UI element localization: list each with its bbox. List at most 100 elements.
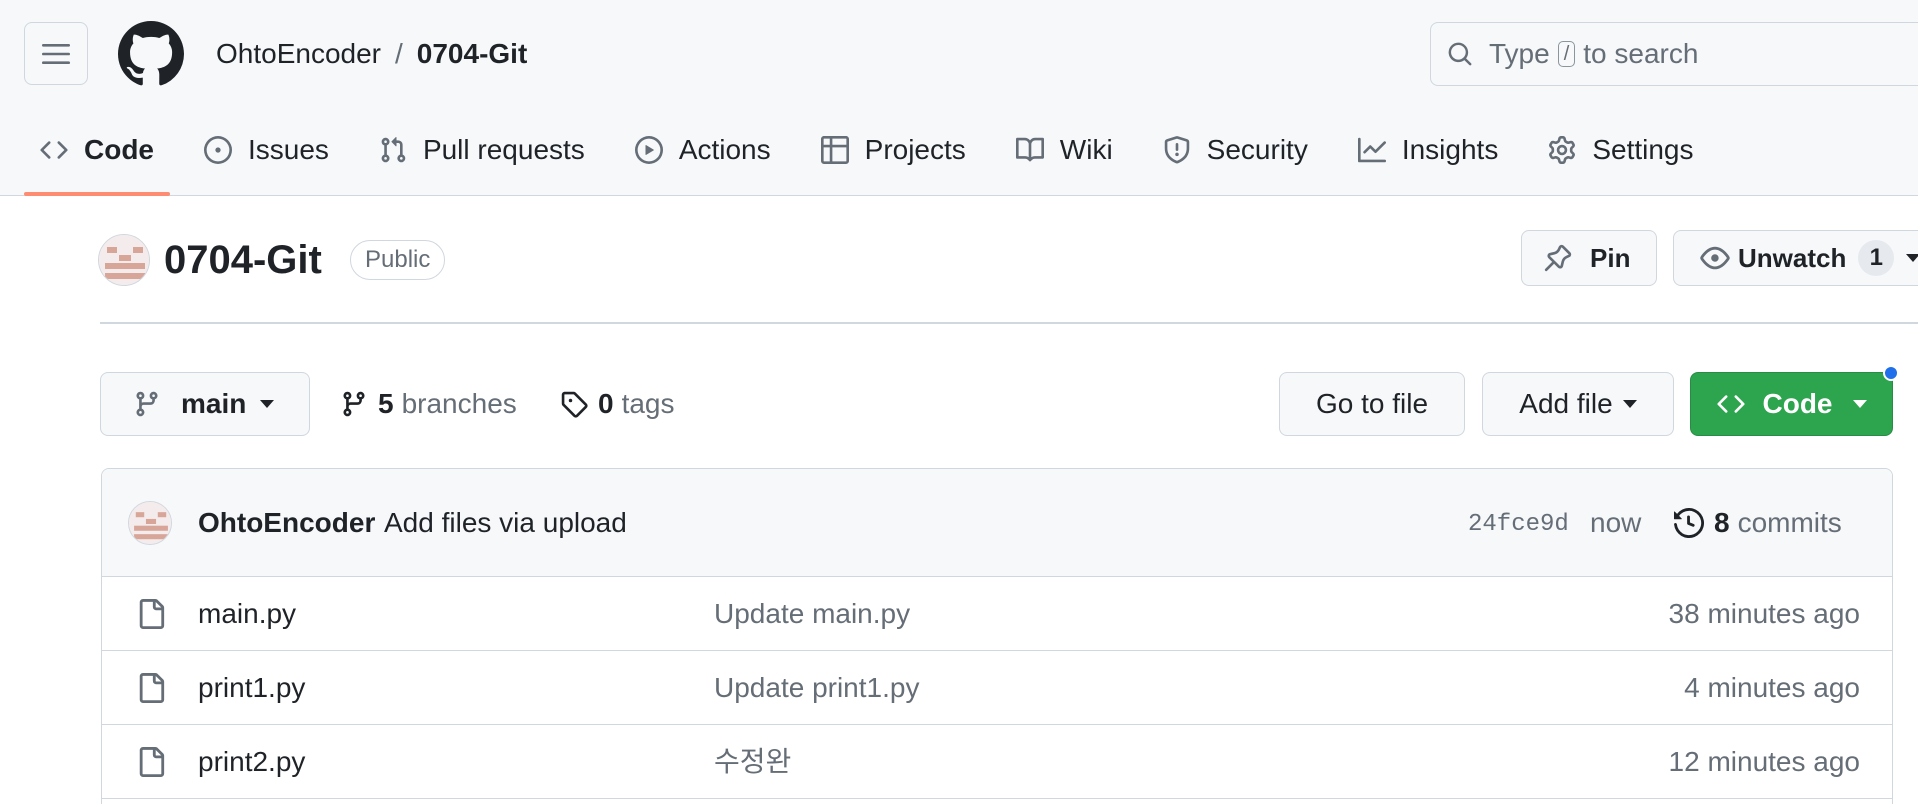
pin-button-label: Pin	[1590, 242, 1631, 273]
file-name-link[interactable]: print1.py	[198, 668, 305, 708]
commit-sha-link[interactable]: 24fce9d	[1468, 505, 1569, 545]
breadcrumb: OhtoEncoder / 0704-Git	[216, 34, 527, 74]
tab-wiki-label: Wiki	[1059, 134, 1113, 165]
pin-icon	[1544, 244, 1572, 272]
file-commit-time: 12 minutes ago	[1668, 746, 1860, 777]
file-name-link[interactable]: main.py	[198, 594, 296, 634]
pin-button[interactable]: Pin	[1521, 230, 1657, 286]
file-row[interactable]: print1.py Update print1.py 4 minutes ago	[102, 651, 1892, 725]
identicon-icon	[99, 235, 149, 285]
code-dropdown-button[interactable]: Code	[1690, 372, 1893, 436]
tab-actions-label: Actions	[678, 134, 771, 165]
go-to-file-label: Go to file	[1315, 388, 1429, 419]
code-button-label: Code	[1762, 388, 1833, 419]
gear-icon	[1549, 136, 1576, 164]
breadcrumb-repo-link[interactable]: 0704-Git	[417, 38, 528, 69]
search-input[interactable]: Type / to search	[1430, 22, 1918, 86]
file-commit-time: 38 minutes ago	[1668, 598, 1860, 629]
file-commit-message-link[interactable]: Update main.py	[714, 594, 910, 634]
tags-link[interactable]: 0 tags	[560, 384, 675, 424]
unwatch-button[interactable]: Unwatch 1	[1673, 230, 1918, 286]
branch-name: main	[181, 388, 247, 419]
code-icon	[40, 141, 68, 159]
file-name-link[interactable]: print2.py	[198, 742, 305, 782]
add-file-button[interactable]: Add file	[1482, 372, 1674, 436]
breadcrumb-owner-link[interactable]: OhtoEncoder	[216, 38, 381, 69]
go-to-file-button[interactable]: Go to file	[1279, 372, 1465, 436]
shield-icon	[1164, 136, 1189, 164]
hamburger-menu-button[interactable]	[24, 22, 88, 85]
tab-issues[interactable]: Issues	[188, 120, 345, 180]
identicon-icon	[129, 502, 171, 544]
branch-select-button[interactable]: main	[100, 372, 310, 436]
play-icon	[634, 136, 663, 164]
repo-nav-tabs: Code Issues Pull requests Actions Projec…	[24, 120, 1728, 196]
file-row[interactable]: print2.py 수정완 12 minutes ago	[102, 725, 1892, 799]
file-icon	[139, 747, 165, 777]
tab-settings[interactable]: Settings	[1532, 120, 1709, 180]
tab-security[interactable]: Security	[1147, 120, 1324, 180]
commits-history-link[interactable]: 8 commits	[1674, 503, 1842, 543]
tab-actions[interactable]: Actions	[619, 120, 787, 180]
commit-time: now	[1590, 507, 1642, 538]
github-logo-icon[interactable]	[118, 21, 184, 87]
hamburger-icon	[42, 43, 70, 64]
owner-avatar[interactable]	[98, 234, 150, 286]
tab-security-label: Security	[1206, 134, 1308, 165]
notification-dot	[1883, 365, 1899, 381]
history-icon	[1674, 508, 1704, 538]
tab-pull-requests[interactable]: Pull requests	[363, 120, 601, 180]
commits-label: commits	[1737, 507, 1842, 538]
chevron-down-icon	[1622, 400, 1637, 408]
chevron-down-icon	[1852, 400, 1867, 408]
tab-projects[interactable]: Projects	[805, 120, 982, 180]
watchers-counter: 1	[1858, 240, 1895, 276]
add-file-label: Add file	[1519, 388, 1613, 419]
commit-author-avatar[interactable]	[128, 501, 172, 545]
tab-settings-label: Settings	[1592, 134, 1694, 165]
commit-author-link[interactable]: OhtoEncoder	[198, 503, 375, 543]
app-header: OhtoEncoder / 0704-Git Type / to search Co…	[0, 0, 1918, 196]
title-divider	[100, 322, 1918, 324]
chevron-down-icon	[260, 400, 275, 408]
search-icon	[1447, 41, 1473, 67]
file-row[interactable]: main.py Update main.py 38 minutes ago	[102, 577, 1892, 651]
graph-icon	[1357, 137, 1386, 163]
file-commit-time: 4 minutes ago	[1684, 672, 1860, 703]
tags-count: 0	[598, 388, 614, 419]
breadcrumb-separator: /	[395, 38, 403, 69]
visibility-badge: Public	[350, 240, 446, 280]
branches-link[interactable]: 5 branches	[340, 384, 517, 424]
tab-insights-label: Insights	[1401, 134, 1499, 165]
tab-projects-label: Projects	[864, 134, 966, 165]
file-commit-message-link[interactable]: Update print1.py	[714, 668, 919, 708]
search-placeholder-suffix: to search	[1583, 38, 1699, 69]
git-pull-request-icon	[381, 137, 406, 163]
branches-count: 5	[378, 388, 394, 419]
table-icon	[820, 136, 849, 164]
tab-pull-requests-label: Pull requests	[422, 134, 585, 165]
file-browser: OhtoEncoder Add files via upload 24fce9d…	[101, 468, 1893, 804]
search-placeholder-prefix: Type	[1489, 38, 1550, 69]
issue-opened-icon	[204, 136, 232, 164]
unwatch-button-label: Unwatch	[1738, 242, 1847, 273]
git-branch-icon	[136, 391, 158, 417]
tab-code[interactable]: Code	[24, 120, 170, 196]
tags-label: tags	[621, 388, 675, 419]
chevron-down-icon	[1906, 254, 1918, 262]
latest-commit-bar: OhtoEncoder Add files via upload 24fce9d…	[102, 469, 1892, 577]
repo-title[interactable]: 0704-Git	[164, 234, 322, 286]
code-icon	[1716, 395, 1745, 413]
search-shortcut-key: /	[1557, 41, 1576, 67]
file-commit-message-link[interactable]: 수정완	[714, 742, 791, 782]
commit-message-link[interactable]: Add files via upload	[384, 503, 627, 543]
tab-code-label: Code	[84, 134, 154, 165]
tab-issues-label: Issues	[248, 134, 329, 165]
git-branch-icon	[343, 391, 365, 417]
commits-count: 8	[1714, 507, 1730, 538]
branches-label: branches	[401, 388, 517, 419]
file-icon	[139, 599, 165, 629]
tab-wiki[interactable]: Wiki	[1000, 120, 1129, 180]
eye-icon	[1700, 246, 1730, 270]
tab-insights[interactable]: Insights	[1342, 120, 1515, 180]
